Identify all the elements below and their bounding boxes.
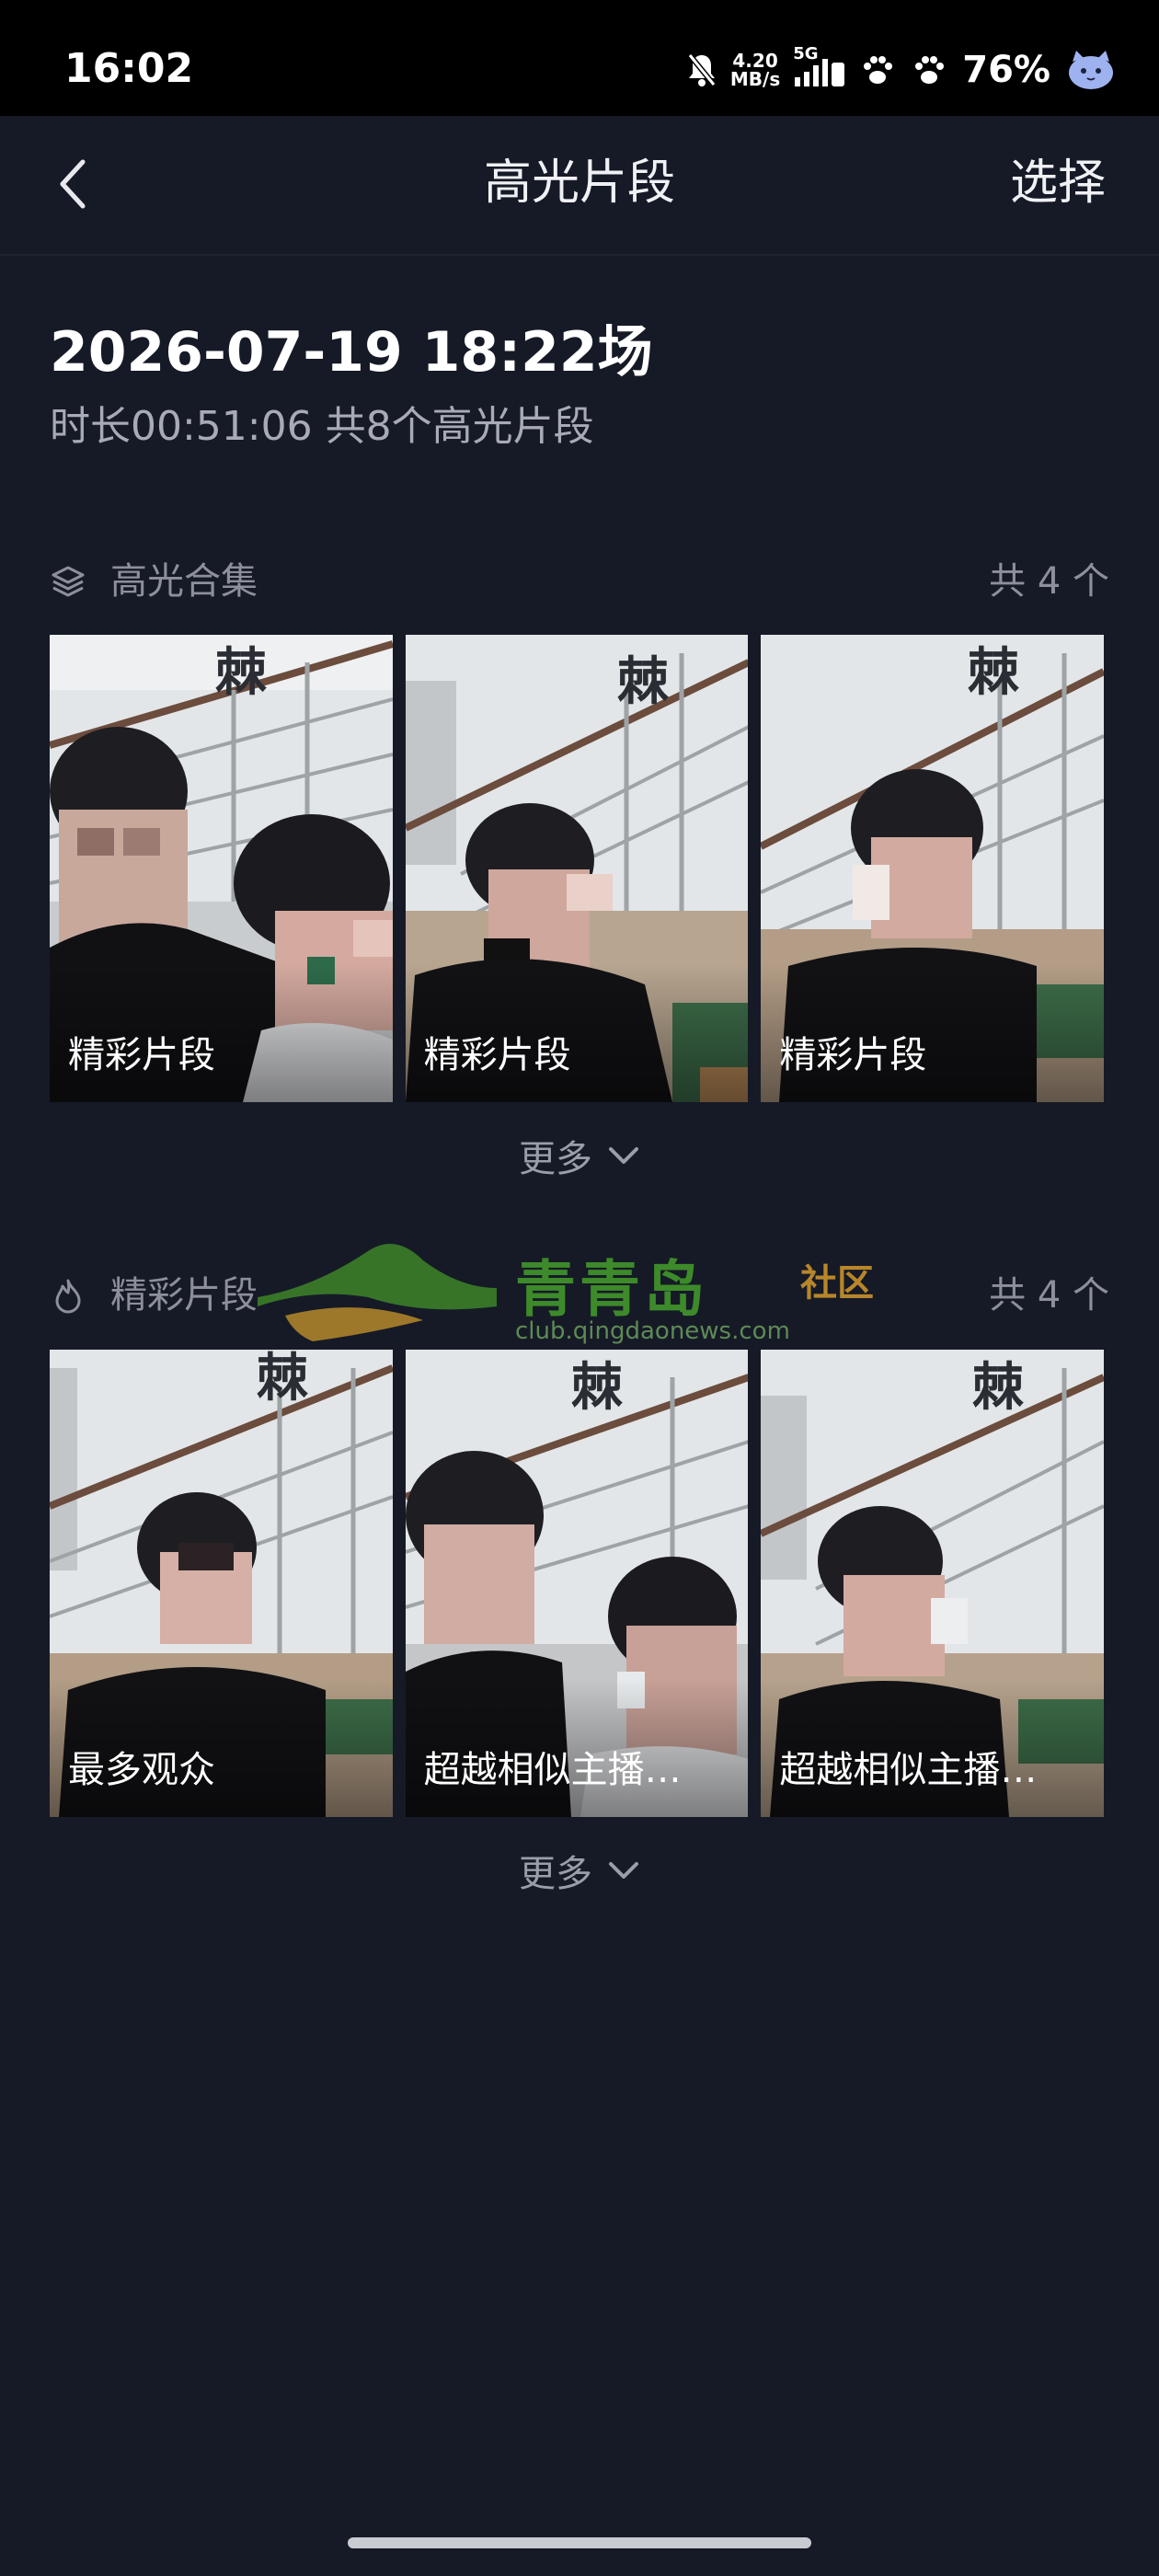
paw-icon <box>864 56 893 84</box>
more-button[interactable]: 更多 <box>0 1843 1159 1898</box>
section-count: 共 4 个 <box>989 560 1109 603</box>
more-button[interactable]: 更多 <box>0 1128 1159 1183</box>
layers-icon <box>52 566 85 597</box>
clip-row-collection: 棘 精彩片段 棘 精彩片段 棘 精彩片段 <box>50 635 1105 1102</box>
chevron-down-icon <box>609 1862 638 1879</box>
svg-text:棘: 棘 <box>968 643 1019 703</box>
svg-text:棘: 棘 <box>972 1358 1024 1418</box>
section-header-collection: 高光合集 共 4 个 <box>50 554 1109 609</box>
section-header-highlights: 精彩片段 共 4 个 <box>50 1268 1109 1323</box>
session-clip-count: 共8个高光片段 <box>325 403 594 450</box>
more-label: 更多 <box>519 1138 592 1180</box>
chevron-down-icon <box>609 1147 638 1164</box>
clip-thumbnail[interactable]: 棘 最多观众 <box>50 1350 393 1817</box>
clip-thumbnail[interactable]: 棘 精彩片段 <box>761 635 1105 1102</box>
clip-caption: 精彩片段 <box>779 1034 927 1076</box>
clip-caption: 最多观众 <box>68 1749 215 1791</box>
section-label: 高光合集 <box>110 560 258 603</box>
select-button[interactable]: 选择 <box>1010 153 1106 213</box>
session-title: 2026-07-19 18:22场 <box>50 320 653 385</box>
session-summary: 时长00:51:06 共8个高光片段 <box>50 401 594 453</box>
clip-caption: 超越相似主播… <box>423 1749 682 1791</box>
clip-caption: 精彩片段 <box>68 1034 215 1076</box>
clip-row-highlights: 棘 最多观众 棘 超越相似主播… 棘 超越相似主播… <box>50 1350 1105 1817</box>
app-header: 高光片段 选择 <box>0 116 1159 256</box>
clip-thumbnail[interactable]: 棘 超越相似主播… <box>761 1350 1105 1817</box>
section-label: 精彩片段 <box>110 1274 258 1317</box>
svg-text:棘: 棘 <box>617 652 669 712</box>
paw-icon <box>915 56 945 84</box>
status-time: 16:02 <box>64 45 194 92</box>
status-bar: 16:02 4.20 MB/s 5G 76% <box>0 0 1159 116</box>
svg-text:棘: 棘 <box>257 1350 308 1409</box>
signal-5g-icon: 5G <box>793 44 846 90</box>
page-title: 高光片段 <box>483 155 675 211</box>
network-speed-unit: MB/s <box>729 68 781 90</box>
network-speed: 4.20 MB/s <box>730 52 780 88</box>
section-count: 共 4 个 <box>989 1274 1109 1317</box>
svg-text:棘: 棘 <box>215 643 267 703</box>
cat-battery-icon <box>1069 51 1113 89</box>
clip-thumbnail[interactable]: 棘 超越相似主播… <box>405 1350 749 1817</box>
svg-text:棘: 棘 <box>571 1358 623 1418</box>
battery-level: 76% <box>962 49 1050 91</box>
flame-icon <box>55 1279 81 1314</box>
clip-thumbnail[interactable]: 棘 精彩片段 <box>405 635 749 1102</box>
mute-bell-icon <box>687 53 717 86</box>
session-duration: 时长00:51:06 <box>50 403 313 450</box>
clip-caption: 精彩片段 <box>423 1034 571 1076</box>
network-speed-value: 4.20 <box>732 50 778 72</box>
home-indicator[interactable] <box>348 2537 811 2548</box>
more-label: 更多 <box>519 1853 592 1895</box>
clip-thumbnail[interactable]: 棘 精彩片段 <box>50 635 393 1102</box>
clip-caption: 超越相似主播… <box>779 1749 1038 1791</box>
status-icons: 4.20 MB/s 5G 76% <box>686 40 1119 99</box>
